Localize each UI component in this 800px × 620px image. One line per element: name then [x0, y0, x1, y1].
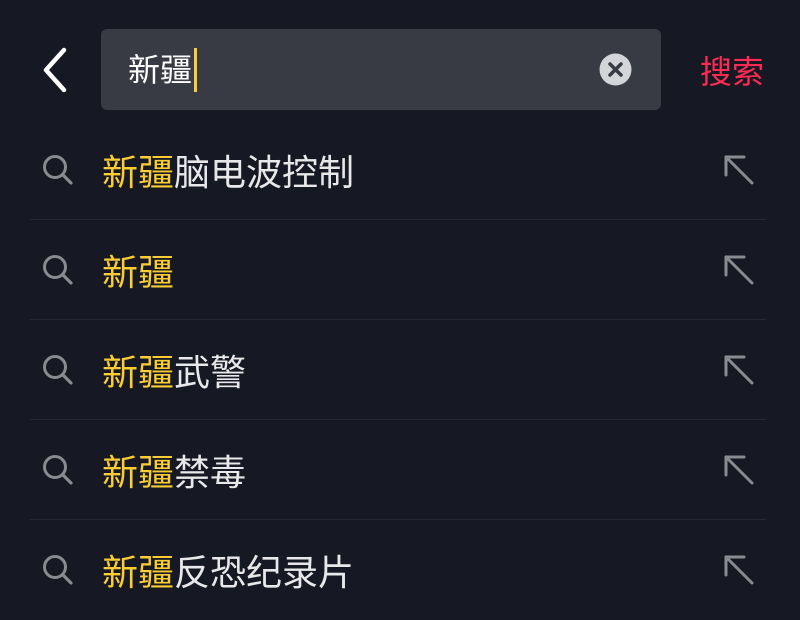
search-icon — [43, 455, 73, 485]
suggestion-item[interactable]: 新疆 脑电波控制 — [0, 120, 800, 220]
arrow-up-left-icon[interactable] — [720, 351, 758, 389]
search-icon — [43, 255, 73, 285]
suggestion-label: 新疆 — [102, 220, 174, 320]
suggestion-label: 新疆 禁毒 — [102, 420, 246, 520]
suggestion-item[interactable]: 新疆 禁毒 — [0, 420, 800, 520]
suggestion-label: 新疆 武警 — [102, 320, 246, 420]
search-input-wrap[interactable]: 新疆 — [128, 29, 198, 110]
search-header: 新疆 搜索 — [0, 0, 800, 140]
search-icon — [43, 155, 73, 185]
suggestion-item[interactable]: 新疆 — [0, 220, 800, 320]
text-caret — [194, 47, 198, 92]
suggestion-rest: 脑电波控制 — [174, 153, 355, 194]
suggestion-label: 新疆 反恐纪录片 — [102, 520, 354, 620]
arrow-up-left-icon[interactable] — [720, 251, 758, 289]
suggestion-label: 新疆 脑电波控制 — [102, 120, 354, 220]
back-button[interactable] — [30, 42, 80, 98]
search-field[interactable]: 新疆 — [101, 29, 661, 110]
suggestion-item[interactable]: 新疆 反恐纪录片 — [0, 520, 800, 620]
chevron-left-icon — [43, 47, 67, 93]
suggestion-match: 新疆 — [102, 553, 175, 594]
suggestion-rest: 武警 — [174, 353, 247, 394]
search-icon — [43, 555, 73, 585]
suggestion-item[interactable]: 新疆 武警 — [0, 320, 800, 420]
clear-button[interactable] — [599, 53, 632, 86]
suggestion-match: 新疆 — [102, 153, 175, 194]
suggestion-match: 新疆 — [102, 453, 175, 494]
suggestion-match: 新疆 — [102, 253, 175, 294]
suggestion-list: 新疆 脑电波控制 新疆 新疆 武警 新疆 禁毒 新疆 反恐纪录片 — [0, 120, 800, 620]
search-icon — [43, 355, 73, 385]
search-input[interactable]: 新疆 — [128, 54, 192, 86]
suggestion-rest: 反恐纪录片 — [174, 553, 355, 594]
suggestion-match: 新疆 — [102, 353, 175, 394]
arrow-up-left-icon[interactable] — [720, 551, 758, 589]
search-submit-button[interactable]: 搜索 — [690, 44, 774, 96]
arrow-up-left-icon[interactable] — [720, 151, 758, 189]
clear-circle-x-icon — [599, 53, 632, 86]
suggestion-rest: 禁毒 — [174, 453, 247, 494]
arrow-up-left-icon[interactable] — [720, 451, 758, 489]
